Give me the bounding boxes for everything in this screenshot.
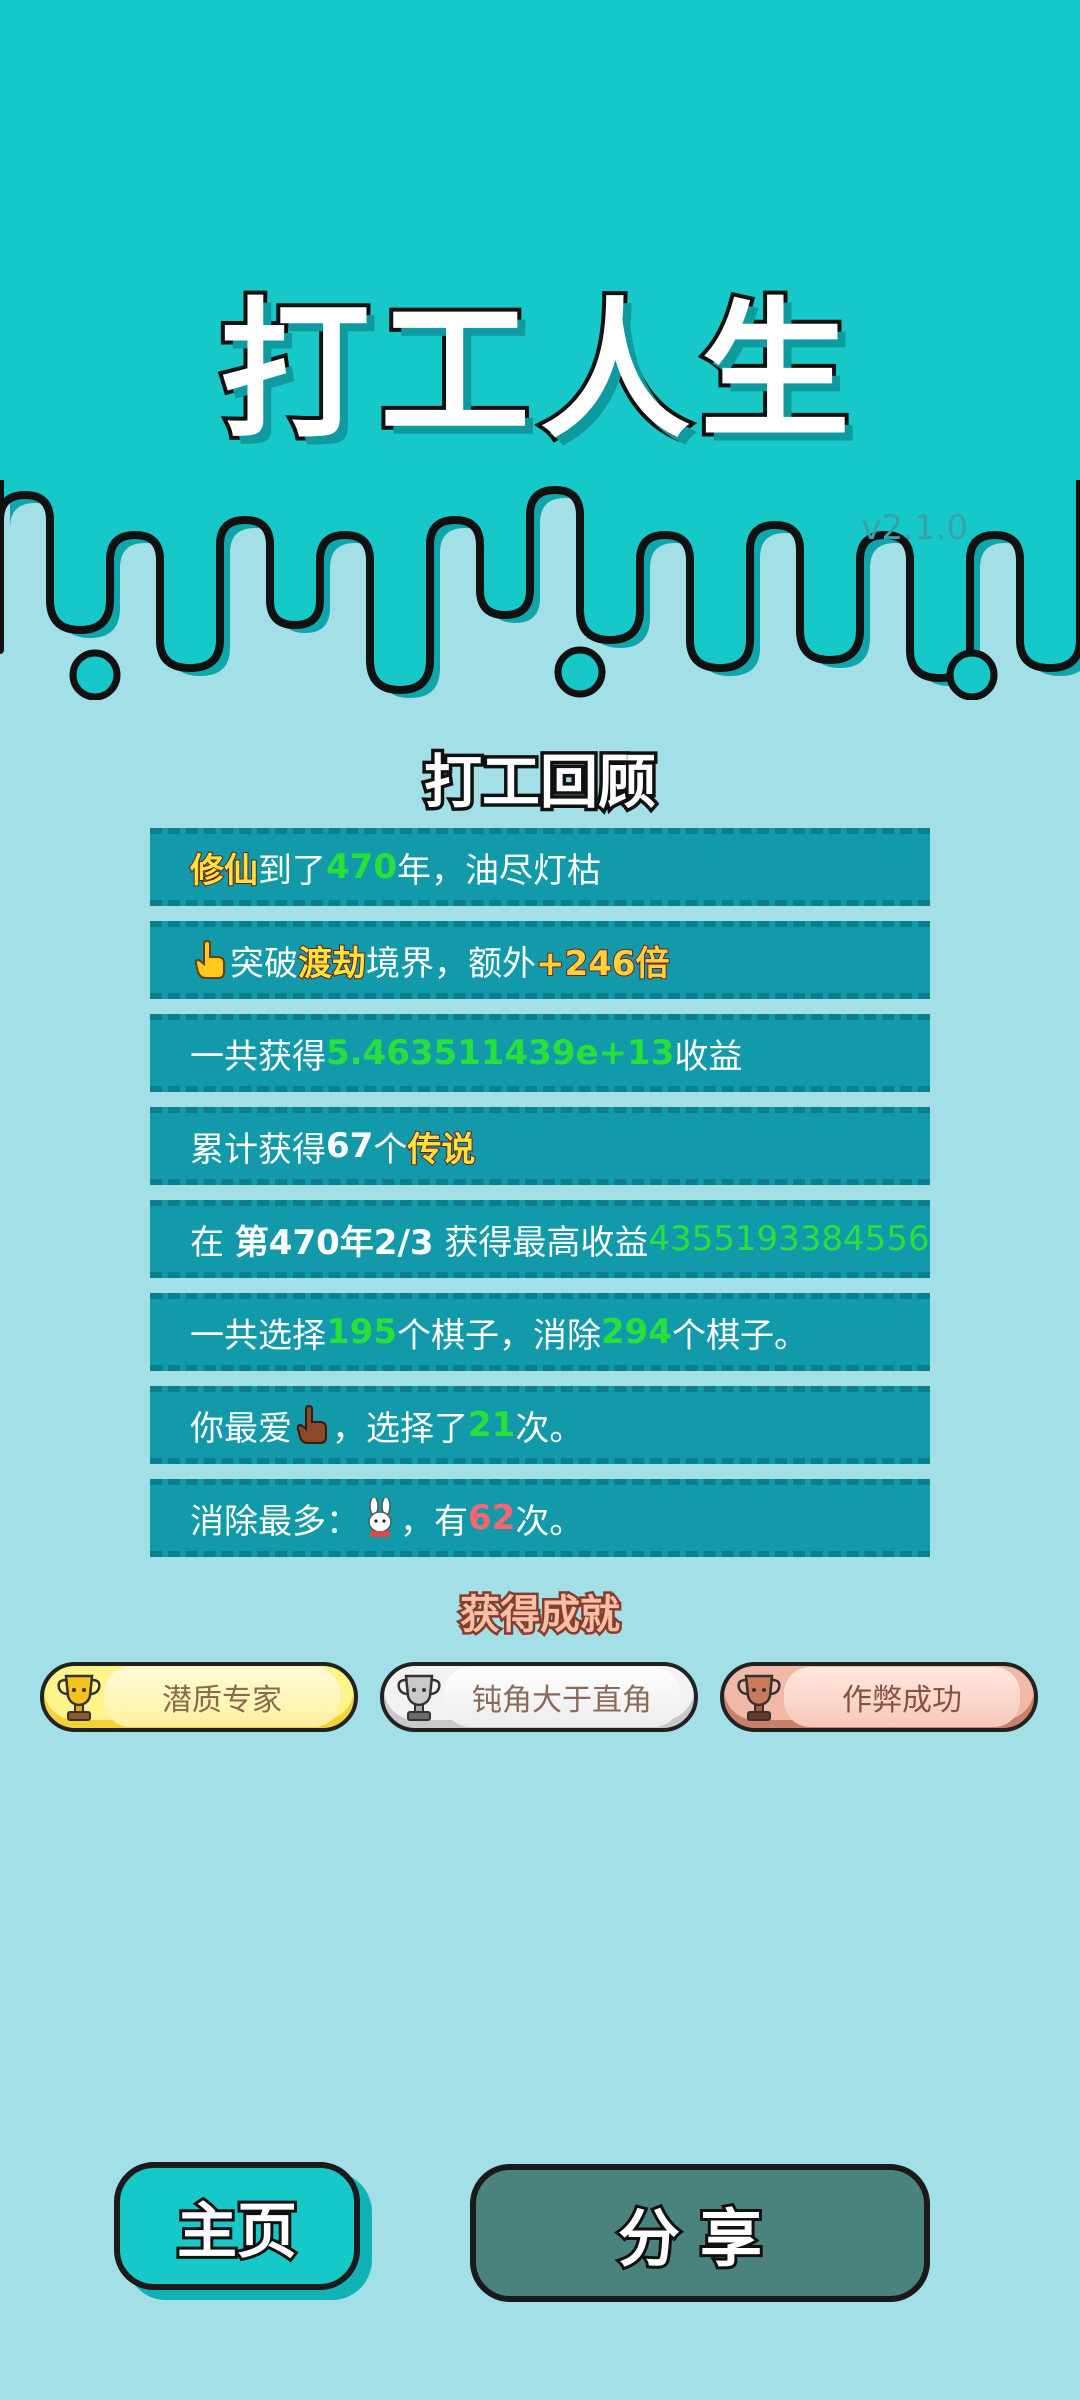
row-text: 次。: [515, 1408, 584, 1449]
row-text: 收益: [674, 1036, 743, 1077]
achievement-label: 作弊成功: [784, 1667, 1020, 1727]
row-text: 到了: [258, 850, 326, 891]
row-text: 突破: [230, 943, 298, 984]
row-text: ，有: [400, 1501, 468, 1542]
row-text: 个棋子。: [671, 1315, 808, 1356]
review-section-title: 打工回顾: [420, 745, 659, 820]
row-text: 获得最高收益: [444, 1222, 649, 1263]
review-row-pieces: 一共选择 195 个棋子，消除 294 个棋子。: [150, 1293, 930, 1371]
row-value: 195: [326, 1312, 397, 1352]
review-row-most-cleared: 消除最多： ，有 62 次。: [150, 1479, 930, 1557]
row-value: +246倍: [535, 943, 670, 985]
review-row-total-income: 一共获得 5.463511439e+13 收益: [150, 1014, 930, 1092]
silver-trophy-icon: [397, 1674, 441, 1721]
row-text: ，选择了: [332, 1408, 468, 1449]
row-text: 个棋子，消除: [396, 1315, 601, 1356]
row-text: 消除最多：: [190, 1501, 360, 1542]
rabbit-icon: [368, 1498, 392, 1537]
pointing-hand-brown-icon: [296, 1405, 327, 1444]
row-text: 年，油尽灯枯: [396, 850, 601, 891]
row-value: 5.463511439e+13: [326, 1033, 675, 1073]
row-highlight: 修仙: [189, 850, 259, 892]
review-row-highest-income: 在 第470年2/3 获得最高收益 4355193384556: [150, 1200, 930, 1278]
row-value: 67: [326, 1126, 374, 1166]
review-row-favorite: 你最爱 ，选择了 21 次。: [150, 1386, 930, 1464]
row-text: 在: [190, 1222, 224, 1263]
row-text: 你最爱: [190, 1408, 292, 1449]
share-button[interactable]: 分享: [470, 2164, 930, 2302]
pointing-hand-icon: [194, 940, 225, 979]
achievement-badge-gold[interactable]: 潜质专家: [40, 1662, 358, 1732]
row-value: 62: [468, 1498, 516, 1538]
row-text: 一共获得: [190, 1036, 326, 1077]
row-value: 第470年2/3: [234, 1222, 434, 1263]
row-value: 4355193384556: [648, 1219, 930, 1259]
app-title: 打工人生: [216, 281, 860, 463]
achievement-label: 钝角大于直角: [444, 1667, 680, 1727]
header-banner: 打工人生 v2.1.0: [0, 0, 1080, 701]
version-label: v2.1.0: [861, 508, 968, 548]
review-row-breakthrough: 突破 渡劫 境界，额外 +246倍: [150, 921, 930, 999]
row-text: 个: [373, 1129, 408, 1170]
row-text: 累计获得: [190, 1129, 326, 1170]
achievement-label: 潜质专家: [104, 1667, 340, 1727]
row-value: 470: [326, 847, 397, 887]
achievements-title: 获得成就: [458, 1590, 623, 1641]
row-text: 次。: [515, 1501, 584, 1542]
home-button[interactable]: 主页: [114, 2162, 360, 2290]
row-value: 294: [600, 1312, 672, 1352]
bronze-trophy-icon: [737, 1674, 781, 1721]
review-row-cultivation: 修仙 到了 470 年，油尽灯枯: [150, 828, 930, 906]
row-text: 一共选择: [190, 1315, 326, 1356]
achievement-badge-bronze[interactable]: 作弊成功: [720, 1662, 1038, 1732]
gold-trophy-icon: [57, 1674, 101, 1721]
row-value: 21: [468, 1405, 516, 1445]
row-text: 境界，额外: [366, 943, 536, 984]
review-row-legends: 累计获得 67 个 传说: [150, 1107, 930, 1185]
achievement-badge-silver[interactable]: 钝角大于直角: [380, 1662, 698, 1732]
row-highlight: 渡劫: [297, 943, 367, 985]
row-highlight: 传说: [406, 1129, 476, 1171]
